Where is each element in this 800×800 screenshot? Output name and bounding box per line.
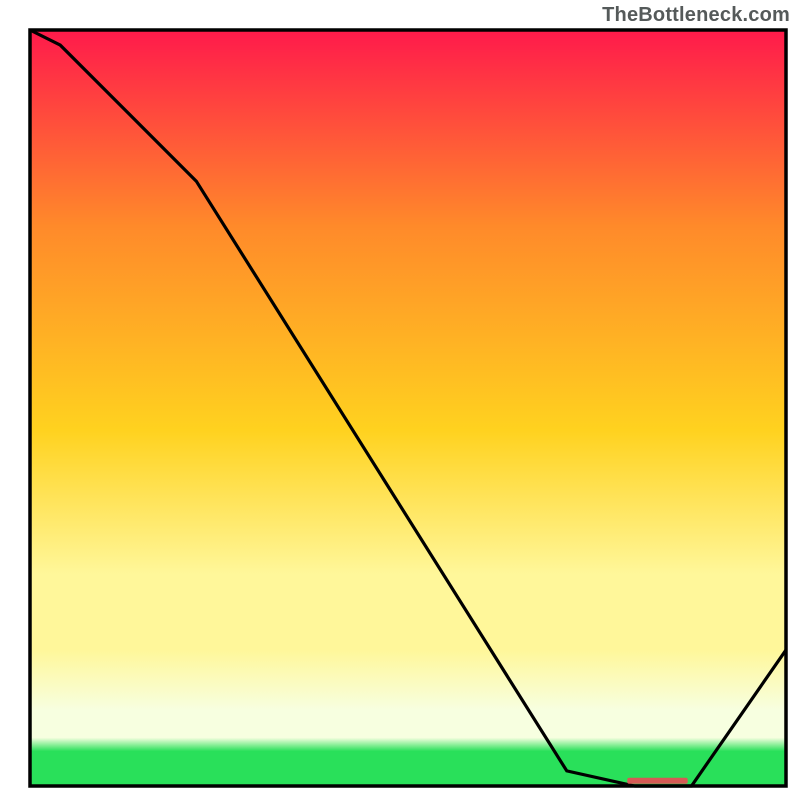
plot-svg [0, 0, 800, 800]
attribution-label: TheBottleneck.com [602, 4, 790, 27]
plot-background [30, 30, 786, 786]
chart-container: { "attribution": "TheBottleneck.com", "c… [0, 0, 800, 800]
optimum-marker [627, 778, 687, 784]
